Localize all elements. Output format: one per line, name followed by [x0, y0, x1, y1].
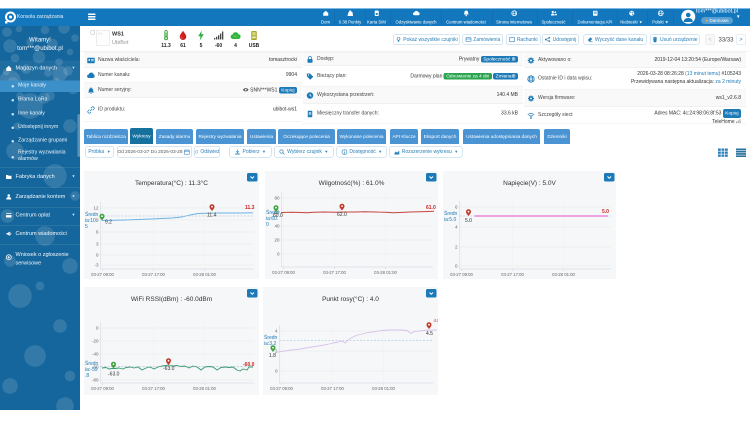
svg-text:62.0: 62.0	[337, 212, 347, 218]
svg-text:4.5: 4.5	[426, 331, 433, 337]
svg-text:Punkt rosy(°C) : 4.0: Punkt rosy(°C) : 4.0	[322, 295, 379, 303]
svg-text:2: 2	[455, 245, 458, 250]
svg-text:12: 12	[93, 206, 99, 211]
svg-text:11.3: 11.3	[245, 205, 255, 211]
svg-text:03-27 09:00: 03-27 09:00	[91, 272, 114, 277]
svg-text:6: 6	[96, 230, 99, 235]
svg-text:Napięcie(V) : 5.0V: Napięcie(V) : 5.0V	[503, 180, 556, 187]
svg-text:-80: -80	[92, 378, 99, 383]
svg-text:-63.0: -63.0	[163, 366, 175, 372]
svg-text:61.0: 61.0	[426, 205, 436, 211]
svg-text:0: 0	[455, 264, 458, 269]
svg-text:03-28 01:00: 03-28 01:00	[372, 386, 395, 391]
svg-text:03-27 09:00: 03-27 09:00	[270, 386, 293, 391]
svg-text:.8: .8	[85, 373, 89, 379]
svg-text:20: 20	[274, 238, 280, 243]
svg-text:4: 4	[275, 329, 278, 334]
svg-text:03-27 17:00: 03-27 17:00	[142, 272, 165, 277]
svg-text:4G: 4G	[233, 35, 238, 39]
svg-text:03-27 17:00: 03-27 17:00	[321, 386, 344, 391]
svg-text:Średn: Średn	[85, 359, 99, 367]
svg-text:Średn: Średn	[85, 210, 99, 218]
svg-text:03-27 17:00: 03-27 17:00	[501, 272, 524, 277]
svg-text:-3: -3	[94, 263, 98, 268]
svg-text:11.4: 11.4	[207, 213, 217, 219]
svg-text:0: 0	[96, 253, 99, 258]
svg-text:03-28 01:00: 03-28 01:00	[193, 386, 216, 391]
svg-text:80: 80	[274, 196, 280, 201]
svg-text:-63.0: -63.0	[108, 372, 120, 378]
svg-text:03-28 01:00: 03-28 01:00	[374, 270, 397, 275]
svg-text:Wilgotność(%) : 61.0%: Wilgotność(%) : 61.0%	[319, 180, 385, 187]
svg-text:-60.0: -60.0	[243, 362, 255, 368]
svg-text:0: 0	[277, 252, 280, 257]
svg-text:9.2: 9.2	[105, 220, 112, 226]
svg-text:-40: -40	[92, 352, 99, 357]
svg-text:40: 40	[274, 224, 280, 229]
svg-text:WiFi RSSI(dBm) : -60.0dBm: WiFi RSSI(dBm) : -60.0dBm	[131, 296, 212, 303]
svg-text:03-27 09:00: 03-27 09:00	[450, 272, 473, 277]
svg-text:5.0: 5.0	[465, 218, 472, 224]
svg-text:1.8: 1.8	[269, 353, 276, 359]
svg-text:3: 3	[96, 242, 99, 247]
svg-text:Średn: Średn	[264, 333, 278, 341]
svg-text:4: 4	[455, 225, 458, 230]
svg-text:0: 0	[266, 222, 269, 228]
svg-text:4.8: 4.8	[434, 318, 439, 323]
svg-text:03-27 09:00: 03-27 09:00	[91, 386, 114, 391]
svg-text:Temperatura(°C) : 11.3°C: Temperatura(°C) : 11.3°C	[135, 179, 208, 187]
svg-text:ia:5.0: ia:5.0	[444, 217, 456, 223]
svg-text:6: 6	[455, 205, 458, 210]
svg-text:03-27 17:00: 03-27 17:00	[142, 386, 165, 391]
svg-text:60.0: 60.0	[273, 213, 283, 219]
svg-text:03-27 09:00: 03-27 09:00	[272, 270, 295, 275]
svg-text:-20: -20	[92, 339, 99, 344]
svg-text:5.0: 5.0	[602, 209, 609, 215]
svg-text:03-27 17:00: 03-27 17:00	[323, 270, 346, 275]
svg-text:5: 5	[85, 224, 88, 230]
svg-text:03-28 01:00: 03-28 01:00	[193, 272, 216, 277]
svg-text:03-28 01:00: 03-28 01:00	[552, 272, 575, 277]
svg-text:0: 0	[96, 326, 99, 331]
svg-text:0: 0	[275, 369, 278, 374]
svg-text:Średn: Średn	[444, 209, 458, 217]
